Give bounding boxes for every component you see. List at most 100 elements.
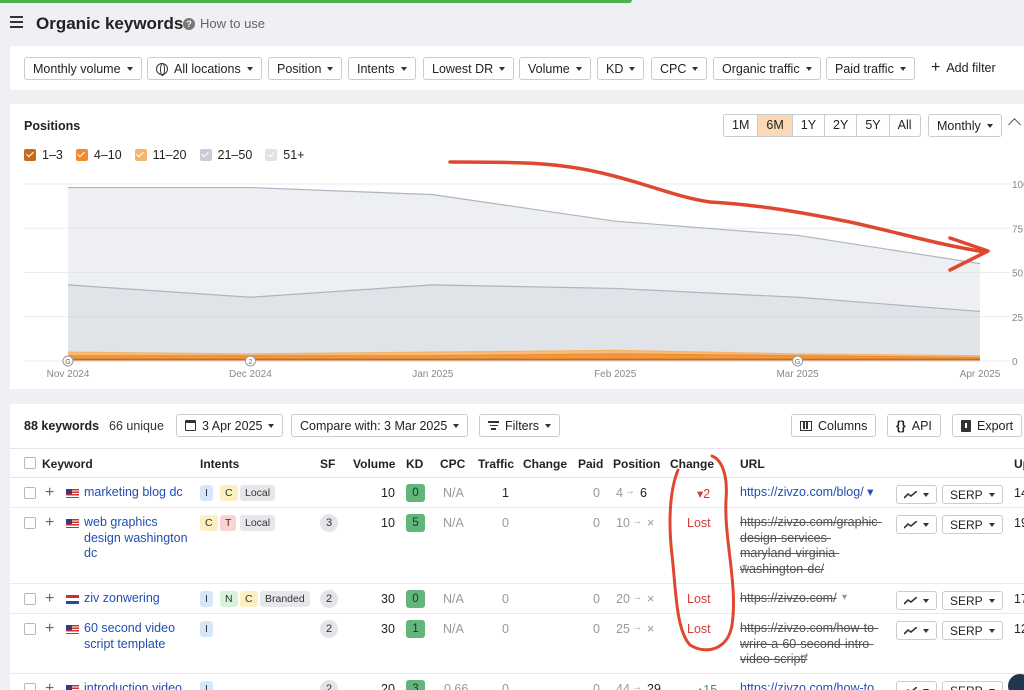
col-intents[interactable]: Intents	[200, 457, 239, 471]
range-6m[interactable]: 6M	[757, 115, 792, 136]
menu-icon[interactable]	[10, 16, 23, 28]
filter-organic-traffic[interactable]: Organic traffic	[713, 57, 821, 80]
col-traffic-change[interactable]: Change	[523, 457, 567, 471]
row-checkbox[interactable]	[24, 517, 36, 529]
legend-item-1-3[interactable]: 1–3	[24, 148, 63, 162]
serp-features-count[interactable]: 2	[320, 590, 338, 608]
expand-plus-icon[interactable]: +	[45, 620, 54, 638]
keyword-link[interactable]: marketing blog dc	[84, 485, 194, 501]
range-1y[interactable]: 1Y	[791, 115, 824, 136]
expand-plus-icon[interactable]: +	[45, 680, 54, 690]
trend-icon	[906, 686, 917, 690]
export-button[interactable]: Export	[952, 414, 1023, 437]
serp-button[interactable]: SERP	[942, 591, 1003, 610]
position-to: ×	[647, 592, 655, 606]
api-icon: {}	[896, 418, 906, 433]
trend-button[interactable]	[896, 621, 937, 640]
paid-value: 0	[593, 682, 600, 690]
col-traffic[interactable]: Traffic	[478, 457, 514, 471]
col-position[interactable]: Position	[613, 457, 660, 471]
unique-count: 66 unique	[109, 419, 164, 433]
legend-item-4-10[interactable]: 4–10	[75, 148, 122, 162]
col-updated[interactable]: Up	[1014, 457, 1024, 471]
row-checkbox[interactable]	[24, 487, 36, 499]
filter-monthly-volume[interactable]: Monthly volume	[24, 57, 142, 80]
filter-position[interactable]: Position	[268, 57, 343, 80]
filter-volume[interactable]: Volume	[519, 57, 591, 80]
url-dropdown-icon[interactable]: ▾	[803, 652, 808, 663]
trend-button[interactable]	[896, 591, 937, 610]
filter-paid-traffic[interactable]: Paid traffic	[826, 57, 915, 80]
legend-item-11-20[interactable]: 11–20	[134, 148, 187, 162]
serp-features-count[interactable]: 2	[320, 620, 338, 638]
row-checkbox[interactable]	[24, 683, 36, 690]
position-change: ▴15	[697, 683, 718, 690]
select-all-checkbox[interactable]	[24, 457, 36, 469]
url-link[interactable]: https://zivzo.com/blog/ ▾	[740, 485, 886, 501]
expand-plus-icon[interactable]: +	[45, 514, 54, 532]
api-button[interactable]: {} API	[887, 414, 941, 437]
filter-cpc[interactable]: CPC	[651, 57, 708, 80]
row-checkbox[interactable]	[24, 623, 36, 635]
legend-item-51-plus[interactable]: 51+	[265, 148, 305, 162]
trend-button[interactable]	[896, 681, 937, 690]
table-row: +60 second video script template I 2 30 1 N/A…	[10, 614, 1024, 674]
range-2y[interactable]: 2Y	[824, 115, 856, 136]
col-position-change[interactable]: Change	[670, 457, 714, 471]
collapse-chevron-icon[interactable]	[1008, 118, 1021, 131]
caret-down-icon	[923, 492, 929, 497]
keyword-link[interactable]: introduction video	[84, 681, 194, 690]
expand-plus-icon[interactable]: +	[45, 484, 54, 502]
filter-all-locations[interactable]: All locations	[147, 57, 262, 80]
serp-features-count[interactable]: 2	[320, 680, 338, 690]
keywords-table-panel: 88 keywords 66 unique 3 Apr 2025 Compare…	[10, 404, 1024, 690]
url-link[interactable]: https://zivzo.com/graphic-design-service…	[740, 515, 886, 577]
updated-value: 19	[1014, 516, 1024, 530]
event-marker-label: G	[795, 359, 800, 366]
filter-lowest-dr[interactable]: Lowest DR	[423, 57, 515, 80]
add-filter-button[interactable]: + Add filter	[931, 60, 996, 76]
position-arrow: →	[632, 622, 642, 633]
positions-chart: 100 75 50 25 0 Nov 2024 Dec 2024 Jan 2025 Feb 20…	[24, 180, 1024, 380]
filters-button[interactable]: Filters	[479, 414, 561, 437]
serp-button[interactable]: SERP	[942, 515, 1003, 534]
columns-button[interactable]: Columns	[791, 414, 877, 437]
serp-button[interactable]: SERP	[942, 621, 1003, 640]
url-link[interactable]: https://zivzo.com/how-to	[740, 681, 886, 690]
caret-down-icon	[988, 492, 995, 497]
url-dropdown-icon[interactable]: ▾	[742, 562, 747, 573]
date-picker[interactable]: 3 Apr 2025	[176, 414, 284, 437]
trend-button[interactable]	[896, 515, 937, 534]
range-1m[interactable]: 1M	[724, 115, 757, 136]
serp-button[interactable]: SERP	[942, 681, 1003, 690]
compare-dropdown[interactable]: Compare with: 3 Mar 2025	[291, 414, 469, 437]
keyword-link[interactable]: 60 second video script template	[84, 621, 194, 652]
serp-button[interactable]: SERP	[942, 485, 1003, 504]
filter-label: Intents	[357, 61, 395, 76]
keyword-link[interactable]: ziv zonwering	[84, 591, 194, 607]
col-keyword[interactable]: Keyword	[42, 457, 93, 471]
col-cpc[interactable]: CPC	[440, 457, 465, 471]
filter-kd[interactable]: KD	[597, 57, 645, 80]
chart-legend: 1–3 4–10 11–20 21–50 51+	[24, 148, 305, 162]
col-sf[interactable]: SF	[320, 457, 335, 471]
col-url[interactable]: URL	[740, 457, 765, 471]
range-5y[interactable]: 5Y	[856, 115, 888, 136]
col-volume[interactable]: Volume	[353, 457, 395, 471]
keyword-link[interactable]: web graphics design washington dc	[84, 515, 194, 562]
url-link[interactable]: https://zivzo.com/how-to-wrire-a-60-seco…	[740, 621, 886, 668]
col-paid[interactable]: Paid	[578, 457, 603, 471]
col-kd[interactable]: KD	[406, 457, 423, 471]
url-dropdown-icon[interactable]: ▾	[842, 592, 847, 603]
expand-plus-icon[interactable]: +	[45, 590, 54, 608]
range-all[interactable]: All	[888, 115, 920, 136]
how-to-use-link[interactable]: ? How to use	[183, 16, 265, 31]
trend-button[interactable]	[896, 485, 937, 504]
serp-features-count[interactable]: 3	[320, 514, 338, 532]
cpc-value: N/A	[443, 622, 464, 636]
granularity-dropdown[interactable]: Monthly	[928, 114, 1002, 137]
url-link[interactable]: https://zivzo.com/	[740, 591, 886, 607]
legend-item-21-50[interactable]: 21–50	[199, 148, 252, 162]
filter-intents[interactable]: Intents	[348, 57, 416, 80]
row-checkbox[interactable]	[24, 593, 36, 605]
